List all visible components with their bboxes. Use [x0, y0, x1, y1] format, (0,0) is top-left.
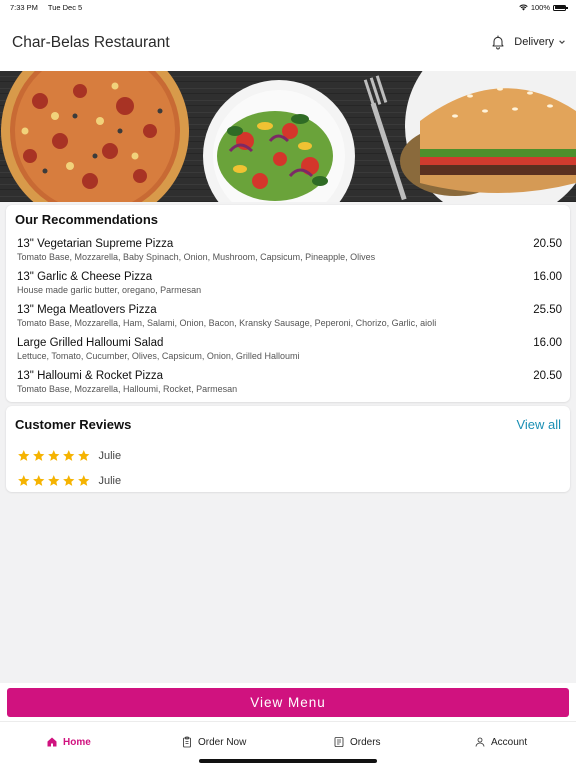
tab-label: Order Now [198, 736, 247, 748]
item-price: 20.50 [533, 238, 562, 250]
item-name: 13" Halloumi & Rocket Pizza [17, 370, 163, 382]
recommendations-title: Our Recommendations [15, 212, 159, 227]
tab-orders[interactable]: Orders [333, 736, 381, 748]
status-bar: 7:33 PM Tue Dec 5 100% [0, 0, 576, 14]
star-icon [78, 475, 90, 487]
star-rating [17, 474, 91, 488]
status-left: 7:33 PM Tue Dec 5 [10, 3, 90, 12]
star-rating [17, 449, 91, 463]
status-time: 7:33 PM [10, 3, 38, 12]
star-icon [33, 475, 45, 487]
star-icon [33, 450, 45, 462]
star-icon [48, 475, 60, 487]
receipt-icon [334, 737, 344, 747]
item-description: Tomato Base, Mozzarella, Ham, Salami, On… [17, 318, 437, 328]
item-name: Large Grilled Halloumi Salad [17, 337, 164, 349]
item-description: Tomato Base, Mozzarella, Halloumi, Rocke… [17, 384, 238, 394]
item-name: 13" Vegetarian Supreme Pizza [17, 238, 174, 250]
reviewer-name: Julie [98, 475, 122, 487]
item-price: 16.00 [533, 271, 562, 283]
tab-label: Orders [350, 736, 381, 748]
user-icon [475, 737, 485, 747]
recommendations-card: Our Recommendations 13" Vegetarian Supre… [6, 205, 570, 402]
item-name: 13" Mega Meatlovers Pizza [17, 304, 157, 316]
customer-reviews-card: Customer Reviews View all Julie Julie [6, 406, 570, 492]
recommendation-item[interactable]: 13" Mega Meatlovers Pizza Tomato Base, M… [17, 304, 562, 334]
item-description: House made garlic butter, oregano, Parme… [17, 285, 202, 295]
recommendation-item[interactable]: 13" Vegetarian Supreme Pizza Tomato Base… [17, 238, 562, 268]
wifi-icon [519, 4, 528, 11]
star-icon [78, 450, 90, 462]
reviewer-name: Julie [98, 450, 122, 462]
delivery-mode-dropdown[interactable]: Delivery [514, 36, 566, 48]
app-header: Char-Belas Restaurant Delivery [0, 14, 576, 71]
home-indicator [199, 759, 377, 763]
view-all-reviews-link[interactable]: View all [516, 417, 561, 432]
burger-image [400, 71, 576, 202]
item-price: 20.50 [533, 370, 562, 382]
reviews-title: Customer Reviews [15, 417, 132, 432]
recommendation-item[interactable]: 13" Garlic & Cheese Pizza House made gar… [17, 271, 562, 301]
tab-label: Home [63, 736, 91, 748]
recommendation-item[interactable]: 13" Halloumi & Rocket Pizza Tomato Base,… [17, 370, 562, 400]
review-item: Julie [17, 473, 121, 489]
item-price: 16.00 [533, 337, 562, 349]
item-price: 25.50 [533, 304, 562, 316]
bell-icon[interactable] [490, 34, 506, 50]
item-description: Lettuce, Tomato, Cucumber, Olives, Capsi… [17, 351, 300, 361]
status-right: 100% [519, 3, 568, 12]
star-icon [63, 475, 75, 487]
food-photo [0, 71, 576, 202]
header-actions: Delivery [490, 34, 566, 50]
view-menu-button[interactable]: View Menu [7, 688, 569, 717]
pizza-image [1, 71, 189, 202]
star-icon [18, 450, 30, 462]
battery-icon [553, 4, 568, 11]
clipboard-icon [183, 736, 191, 748]
tab-account[interactable]: Account [474, 736, 527, 748]
home-icon [47, 737, 57, 747]
star-icon [48, 450, 60, 462]
restaurant-title: Char-Belas Restaurant [12, 34, 170, 51]
battery-percent: 100% [530, 3, 550, 12]
status-date: Tue Dec 5 [47, 3, 83, 12]
star-icon [63, 450, 75, 462]
recommendation-item[interactable]: Large Grilled Halloumi Salad Lettuce, To… [17, 337, 562, 367]
star-icon [18, 475, 30, 487]
chevron-down-icon [559, 40, 565, 44]
delivery-mode-label: Delivery [514, 36, 554, 48]
item-name: 13" Garlic & Cheese Pizza [17, 271, 153, 283]
bottom-area: View Menu Home Order Now Orders Account [0, 683, 576, 768]
tab-order-now[interactable]: Order Now [181, 736, 246, 748]
hero-banner-image [0, 71, 576, 202]
review-item: Julie [17, 448, 121, 464]
item-description: Tomato Base, Mozzarella, Baby Spinach, O… [17, 252, 376, 262]
tab-home[interactable]: Home [46, 736, 91, 748]
tab-label: Account [491, 736, 528, 748]
